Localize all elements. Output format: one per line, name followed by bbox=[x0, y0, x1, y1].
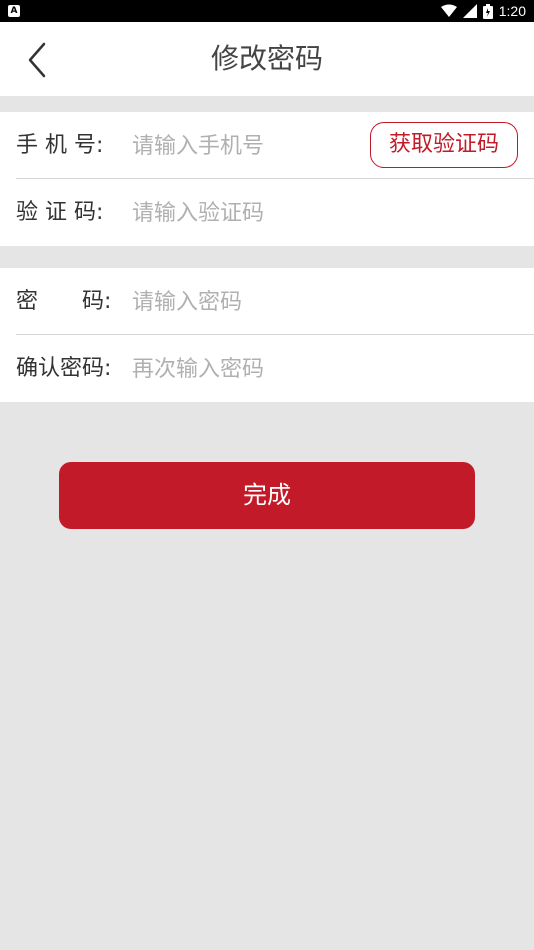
signal-icon bbox=[462, 4, 477, 18]
code-input[interactable] bbox=[132, 191, 512, 235]
battery-icon bbox=[482, 3, 493, 19]
wifi-icon bbox=[440, 4, 457, 17]
status-bar: A 1:20 bbox=[0, 0, 534, 22]
page-title: 修改密码 bbox=[210, 42, 323, 75]
password-label: 密 码: bbox=[16, 289, 112, 314]
get-code-button[interactable]: 获取验证码 bbox=[370, 122, 518, 168]
notification-a-icon: A bbox=[8, 5, 20, 17]
phone-label: 手 机 号: bbox=[16, 133, 104, 158]
phone-input[interactable] bbox=[132, 124, 362, 168]
submit-button[interactable]: 完成 bbox=[59, 462, 475, 529]
code-row: 验 证 码: bbox=[0, 179, 534, 246]
confirm-password-row: 确认密码: bbox=[0, 335, 534, 402]
password-row: 密 码: bbox=[0, 268, 534, 335]
app-bar: 修改密码 bbox=[0, 22, 534, 96]
confirm-password-label: 确认密码: bbox=[16, 356, 112, 381]
status-time: 1:20 bbox=[498, 3, 526, 19]
password-card: 密 码: 确认密码: bbox=[0, 268, 534, 402]
phone-row: 手 机 号: 获取验证码 bbox=[0, 112, 534, 179]
code-label: 验 证 码: bbox=[16, 200, 104, 225]
back-button[interactable] bbox=[18, 38, 58, 82]
confirm-password-input[interactable] bbox=[132, 347, 512, 391]
chevron-left-icon bbox=[28, 42, 46, 78]
password-input[interactable] bbox=[132, 280, 512, 324]
phone-verification-card: 手 机 号: 获取验证码 验 证 码: bbox=[0, 112, 534, 246]
status-icons: 1:20 bbox=[440, 0, 526, 22]
